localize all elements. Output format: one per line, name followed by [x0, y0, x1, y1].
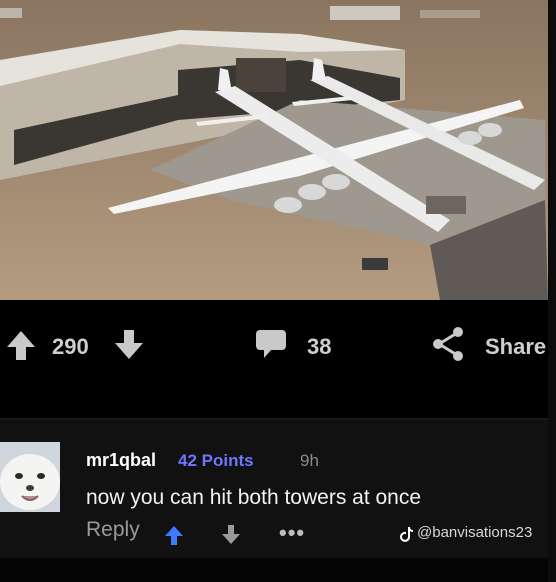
arrow-up-icon[interactable]	[4, 328, 38, 362]
post-action-bar: 290 38 Share	[0, 300, 548, 418]
bottom-strip	[0, 558, 548, 582]
post-image[interactable]	[0, 0, 548, 300]
share-icon[interactable]	[430, 326, 466, 362]
upvote-count: 290	[52, 334, 89, 359]
aircraft-photo	[0, 0, 548, 300]
comment-time: 9h	[300, 451, 319, 470]
arrow-down-icon[interactable]	[112, 328, 146, 362]
speech-bubble-icon[interactable]	[254, 328, 290, 360]
comment-points: 42 Points	[178, 451, 254, 470]
comment-count: 38	[307, 334, 332, 359]
more-options-button[interactable]: •••	[279, 520, 305, 546]
comment-text: now you can hit both towers at once	[86, 486, 422, 509]
frame-edge	[548, 0, 556, 582]
tiktok-icon	[400, 527, 413, 542]
reply-button[interactable]: Reply	[86, 518, 140, 542]
comment-username[interactable]: mr1qbal	[86, 450, 156, 471]
watermark-handle: @banvisations23	[417, 524, 533, 541]
seal-avatar-image	[0, 442, 60, 512]
arrow-up-icon[interactable]	[163, 524, 185, 546]
comment-item: mr1qbal 42 Points 9h now you can hit bot…	[0, 420, 548, 558]
share-button[interactable]: Share	[485, 334, 546, 360]
avatar[interactable]	[0, 442, 60, 512]
arrow-down-icon[interactable]	[220, 524, 242, 546]
